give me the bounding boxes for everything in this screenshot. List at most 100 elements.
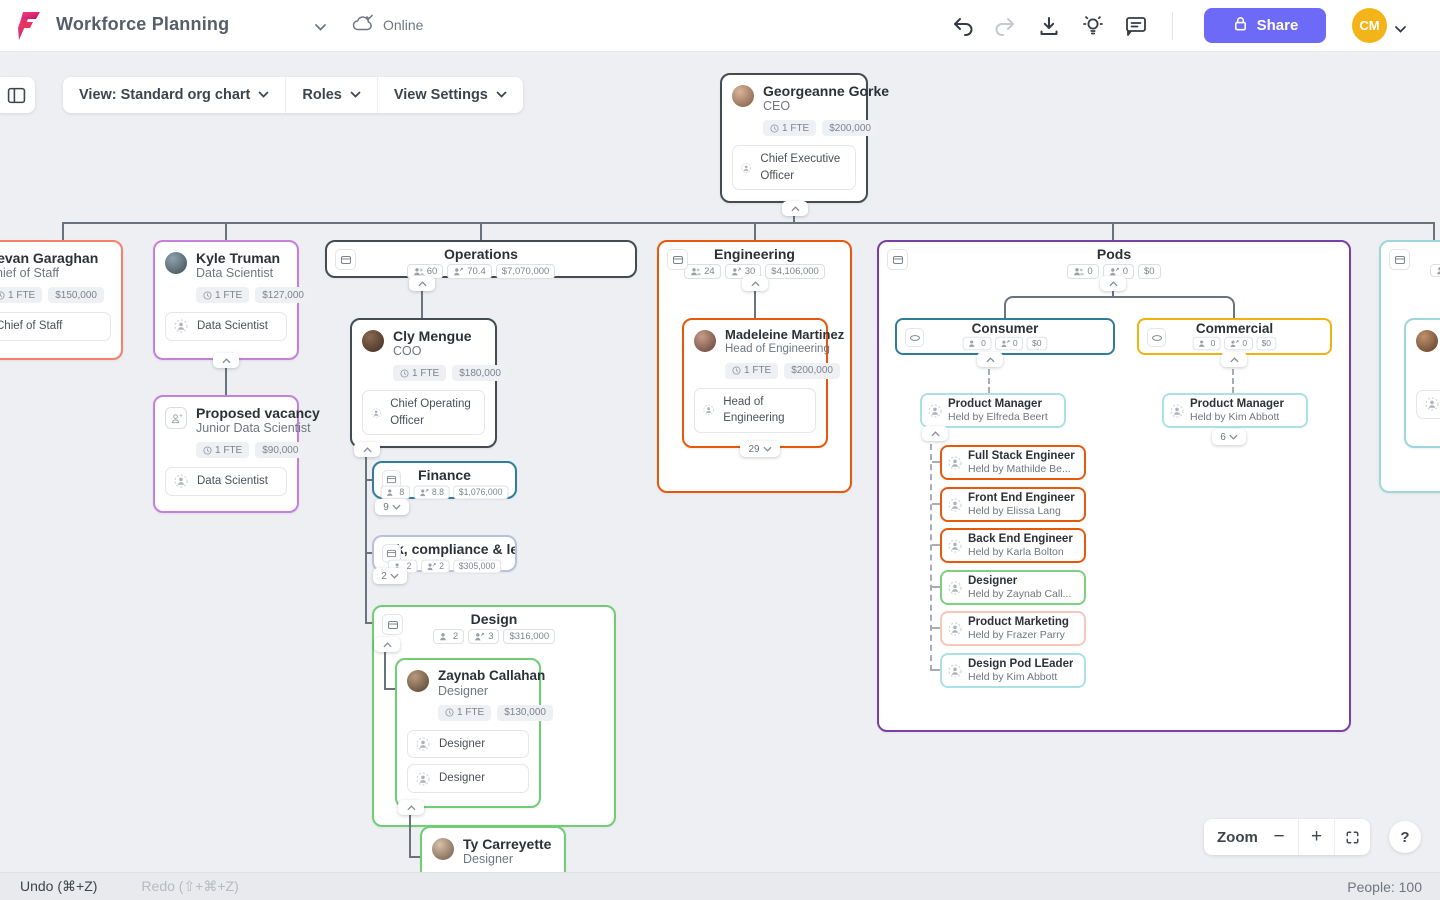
role-chip[interactable]: Designer <box>407 729 529 759</box>
headcount-badge: 0 <box>963 336 992 351</box>
help-button[interactable]: ? <box>1389 821 1421 853</box>
collapse-icon[interactable] <box>382 614 403 635</box>
salary-badge: $150,000 <box>48 287 104 304</box>
group-title: Consumer <box>971 321 1039 336</box>
expand-count-button[interactable]: 2 <box>373 568 407 584</box>
expand-count-button[interactable]: 9 <box>375 499 409 515</box>
sidebar-toggle-button[interactable] <box>0 77 35 113</box>
role-chip[interactable]: Data Scientist <box>165 312 287 341</box>
pod-role-commercial-pm[interactable]: Product Manager Held by Kim Abbott <box>1162 393 1308 428</box>
people-icon <box>439 633 446 641</box>
account-chevron-icon[interactable] <box>1394 21 1407 39</box>
connector-dashed <box>932 503 940 505</box>
role-chip[interactable]: He <box>1416 390 1440 419</box>
avatar <box>732 85 754 107</box>
download-icon[interactable] <box>1032 10 1066 42</box>
person-card-kyle[interactable]: Kyle Truman Data Scientist 1 FTE $127,000… <box>153 240 311 360</box>
people-icon <box>691 268 702 276</box>
person-card-zaynab[interactable]: Zaynab Callahan Designer 1 FTE $130,000 D… <box>395 658 553 808</box>
fte-badge: 3 <box>468 629 500 644</box>
salary-badge: $130,000 <box>497 704 553 721</box>
cloud-sync-icon <box>352 14 375 35</box>
collapse-icon[interactable] <box>887 249 908 270</box>
expand-button[interactable] <box>409 276 435 291</box>
user-avatar[interactable]: CM <box>1352 8 1387 43</box>
expand-button[interactable] <box>354 442 380 457</box>
person-card-cly[interactable]: Cly Mengue COO 1 FTE $180,000 Chief Opera… <box>350 318 508 448</box>
connector <box>1112 296 1235 318</box>
pod-role-designer[interactable]: Designer Held by Zaynab Call... <box>940 570 1086 605</box>
person-card-partial-right[interactable]: KerHea 1 F He <box>1404 318 1440 448</box>
role-chip[interactable]: Chief Executive Officer <box>732 145 856 191</box>
expand-button[interactable] <box>922 426 948 441</box>
expand-button[interactable] <box>1100 276 1126 291</box>
redo-label[interactable]: Redo (⇧+⌘+Z) <box>141 878 238 895</box>
fte-badge: 0 <box>994 336 1023 351</box>
role-person-icon <box>416 772 430 786</box>
view-dropdown-label: View: Standard org chart <box>79 87 251 103</box>
redo-icon[interactable] <box>988 10 1022 42</box>
role-chip[interactable]: Designer <box>407 764 529 793</box>
group-operations[interactable]: Operations 60 70.4 $7,070,000 <box>325 240 637 279</box>
group-finance[interactable]: Finance 8 8.8 $1,076,000 <box>372 461 517 500</box>
role-chip[interactable]: Data Scientist <box>165 467 287 496</box>
subgroup-consumer[interactable]: Consumer 0 0 $0 <box>895 318 1115 355</box>
expand-count-button[interactable]: 6 <box>1212 429 1246 445</box>
pod-role-back-end[interactable]: Back End Engineer Held by Karla Bolton <box>940 528 1086 563</box>
pod-role-design-pod-leader[interactable]: Design Pod LEader Held by Kim Abbott <box>940 653 1086 688</box>
role-chip[interactable]: Chief of Staff <box>0 312 111 341</box>
role-person-icon <box>174 319 188 333</box>
file-menu-chevron-icon[interactable] <box>314 19 327 37</box>
pod-role-product-marketing[interactable]: Product Marketing Held by Frazer Parry <box>940 611 1086 646</box>
subgroup-commercial[interactable]: Commercial 0 0 $0 <box>1137 318 1332 355</box>
zoom-out-button[interactable]: − <box>1260 819 1298 855</box>
role-person-icon <box>371 408 381 418</box>
undo-icon[interactable] <box>946 10 980 42</box>
collapse-icon[interactable] <box>667 249 688 270</box>
ideas-lightbulb-icon[interactable] <box>1076 10 1110 42</box>
collapse-icon[interactable] <box>335 249 356 270</box>
connector <box>1433 224 1435 240</box>
pod-role-consumer-pm[interactable]: Product Manager Held by Elfreda Beert <box>920 393 1066 428</box>
pod-role-full-stack[interactable]: Full Stack Engineer Held by Mathilde Be..… <box>940 445 1086 480</box>
connector-dashed <box>932 461 940 463</box>
role-chip[interactable]: Head of Engineering <box>694 387 816 434</box>
org-canvas[interactable]: View: Standard org chart Roles View Sett… <box>0 52 1440 872</box>
person-card-vacancy[interactable]: Proposed vacancy Junior Data Scientist 1 … <box>153 395 320 513</box>
person-card-kevan[interactable]: Kevan GaraghanChief of Staff 1 FTE $150,… <box>0 240 123 360</box>
role-chip[interactable]: Chief Operating Officer <box>362 390 485 436</box>
expand-button[interactable] <box>742 276 768 291</box>
lock-icon <box>1232 15 1249 36</box>
avatar <box>694 330 716 352</box>
expand-button[interactable] <box>782 201 808 216</box>
collapse-icon[interactable] <box>1389 249 1410 270</box>
share-button[interactable]: Share <box>1204 8 1326 43</box>
comments-icon[interactable] <box>1119 10 1153 42</box>
expand-button[interactable] <box>1221 352 1247 367</box>
pod-role-front-end[interactable]: Front End Engineer Held by Elissa Lang <box>940 487 1086 522</box>
person-fte-icon <box>419 489 429 497</box>
expand-button[interactable] <box>398 800 424 815</box>
view-dropdown[interactable]: View: Standard org chart <box>63 77 287 113</box>
expand-button[interactable] <box>977 352 1003 367</box>
people-icon <box>413 268 424 276</box>
connector <box>384 650 386 690</box>
view-settings-dropdown[interactable]: View Settings <box>378 77 523 113</box>
roles-dropdown[interactable]: Roles <box>286 77 378 113</box>
zoom-in-button[interactable]: + <box>1298 819 1334 855</box>
expand-button[interactable] <box>374 637 400 652</box>
group-compliance[interactable]: k, compliance & le 2 2 $305,000 <box>372 535 517 574</box>
chevron-up-icon <box>406 804 416 810</box>
expand-count-button[interactable]: 29 <box>740 441 780 457</box>
clock-icon <box>400 369 409 378</box>
person-fte-icon <box>454 267 464 276</box>
fte-badge: 1 FTE <box>196 287 250 304</box>
expand-button[interactable] <box>213 353 239 368</box>
person-card-ty[interactable]: Ty CarreyetteDesigner 1 FTE $96,000 <box>420 826 566 872</box>
person-card-madeleine[interactable]: Madeleine Martinez Head of Engineering 1 … <box>682 318 844 448</box>
cost-badge: $0 <box>1026 336 1047 351</box>
fit-screen-button[interactable] <box>1334 819 1370 855</box>
header-divider <box>1172 12 1173 40</box>
person-card-ceo[interactable]: Georgeanne Gorke CEO 1 FTE $200,000 Chief… <box>720 73 889 203</box>
undo-label[interactable]: Undo (⌘+Z) <box>20 878 97 895</box>
